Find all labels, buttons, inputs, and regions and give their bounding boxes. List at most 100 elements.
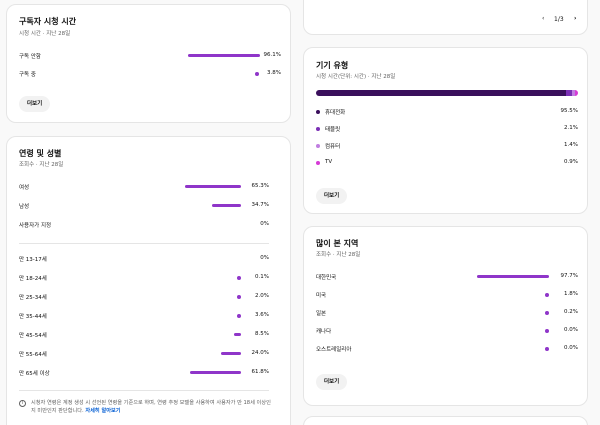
row-percent: 34.7%	[251, 202, 269, 208]
row-percent: 3.8%	[267, 70, 281, 76]
row-percent: 0.0%	[564, 345, 578, 351]
see-more-button[interactable]: 더보기	[316, 374, 348, 390]
list-item: 사용자가 지정 0%	[19, 220, 269, 230]
legend-item: 컴퓨터 1.4%	[316, 141, 578, 151]
legend-item: TV 0.9%	[316, 158, 578, 168]
row-label: 캐나다	[316, 329, 332, 335]
segment-tv	[575, 90, 578, 96]
list-item: 만 55-64세 24.0%	[19, 349, 269, 359]
row-percent: 97.7%	[560, 273, 578, 279]
row-label: 만 45-54세	[19, 333, 47, 339]
row-percent: 65.3%	[251, 183, 269, 189]
row-label: 구독 중	[19, 72, 36, 78]
row-label: 여성	[19, 185, 30, 191]
divider	[19, 243, 269, 244]
bar	[255, 71, 259, 76]
info-icon: i	[19, 400, 26, 407]
legend-percent: 2.1%	[564, 125, 578, 131]
list-item: 만 65세 이상 61.8%	[19, 368, 269, 378]
card-title: 연령 및 성별	[19, 149, 62, 158]
device-type-card: 기기 유형 시청 시간(단위: 시간) · 지난 28일 휴대전화 95.5% …	[303, 47, 588, 214]
prev-page-button[interactable]: ‹	[542, 15, 544, 22]
bar	[237, 294, 241, 299]
card-title: 기기 유형	[316, 61, 349, 70]
bar	[545, 328, 549, 333]
row-percent: 0%	[260, 255, 269, 261]
list-item: 캐나다 0.0%	[316, 326, 578, 336]
row-label: 만 55-64세	[19, 352, 47, 358]
bar	[477, 275, 549, 278]
card-subtitle: 시청 시간 · 지난 28일	[19, 31, 71, 37]
bar	[545, 346, 549, 351]
row-percent: 0.1%	[255, 274, 269, 280]
list-item: 일본 0.2%	[316, 308, 578, 318]
chevron-left-icon: ‹	[542, 15, 545, 22]
row-percent: 96.1%	[263, 52, 281, 58]
learn-more-link[interactable]: 자세히 알아보기	[85, 408, 120, 414]
card-subtitle: 조회수 · 지난 28일	[19, 162, 64, 168]
legend-percent: 0.9%	[564, 159, 578, 165]
next-page-button[interactable]: ›	[574, 15, 576, 22]
list-item: 만 35-44세 3.6%	[19, 311, 269, 321]
row-label: 만 65세 이상	[19, 371, 50, 377]
subscriber-watch-time-card: 구독자 시청 시간 시청 시간 · 지난 28일 구독 안함 96.1% 구독 …	[6, 4, 291, 123]
row-percent: 24.0%	[251, 350, 269, 356]
legend-dot	[316, 126, 320, 131]
age-note: 시청자 연령은 계정 생성 시 선언된 연령을 기준으로 하며, 연령 추정 모…	[31, 399, 271, 415]
bar	[237, 275, 241, 280]
legend-label: 태블릿	[325, 127, 341, 133]
list-item: 남성 34.7%	[19, 201, 269, 211]
row-percent: 0%	[260, 221, 269, 227]
card-title: 구독자 시청 시간	[19, 17, 77, 26]
bar	[221, 352, 241, 355]
row-label: 일본	[316, 311, 327, 317]
row-label: 만 25-34세	[19, 295, 47, 301]
legend-label: TV	[325, 159, 333, 165]
top-content-card: ‹ 1/3 ›	[303, 0, 588, 35]
top-regions-card: 많이 본 지역 조회수 · 지난 28일 대한민국 97.7% 미국 1.8% …	[303, 226, 588, 406]
list-item: 대한민국 97.7%	[316, 272, 578, 282]
bar	[545, 292, 549, 297]
list-item: 오스트레일리아 0.0%	[316, 344, 578, 354]
legend-dot	[316, 143, 320, 148]
legend-label: 컴퓨터	[325, 144, 341, 150]
row-label: 대한민국	[316, 275, 337, 281]
legend-label: 휴대전화	[325, 110, 346, 116]
list-item: 만 18-24세 0.1%	[19, 273, 269, 283]
see-more-button[interactable]: 더보기	[316, 188, 348, 204]
row-percent: 0.0%	[564, 327, 578, 333]
list-item: 만 13-17세 0%	[19, 254, 269, 264]
legend-percent: 1.4%	[564, 142, 578, 148]
row-percent: 3.6%	[255, 312, 269, 318]
row-label: 오스트레일리아	[316, 347, 352, 353]
divider	[19, 390, 269, 391]
legend-dot	[316, 160, 320, 165]
chevron-right-icon: ›	[574, 15, 577, 22]
row-percent: 1.8%	[564, 291, 578, 297]
legend-percent: 95.5%	[560, 108, 578, 114]
row-label: 사용자가 지정	[19, 223, 52, 229]
bar	[188, 54, 260, 57]
bar	[185, 185, 241, 188]
row-label: 만 18-24세	[19, 276, 47, 282]
list-item: 미국 1.8%	[316, 290, 578, 300]
row-label: 미국	[316, 293, 327, 299]
card-title: 많이 본 지역	[316, 239, 359, 248]
bar	[237, 313, 241, 318]
row-label: 구독 안함	[19, 54, 41, 60]
note-text: 시청자 연령은 계정 생성 시 선언된 연령을 기준으로 하며, 연령 추정 모…	[31, 400, 271, 414]
legend-item: 태블릿 2.1%	[316, 124, 578, 134]
age-gender-card: 연령 및 성별 조회수 · 지난 28일 여성 65.3% 남성 34.7% 사…	[6, 136, 291, 425]
bar	[545, 310, 549, 315]
segment-phone	[316, 90, 567, 96]
bar	[212, 204, 241, 207]
list-item: 구독 안함 96.1%	[19, 51, 281, 61]
row-percent: 8.5%	[255, 331, 269, 337]
row-label: 남성	[19, 204, 30, 210]
page-indicator: 1/3	[554, 16, 564, 23]
legend-dot	[316, 109, 320, 114]
list-item: 여성 65.3%	[19, 182, 269, 192]
legend-item: 휴대전화 95.5%	[316, 107, 578, 117]
bar	[234, 333, 241, 336]
see-more-button[interactable]: 더보기	[19, 96, 51, 112]
